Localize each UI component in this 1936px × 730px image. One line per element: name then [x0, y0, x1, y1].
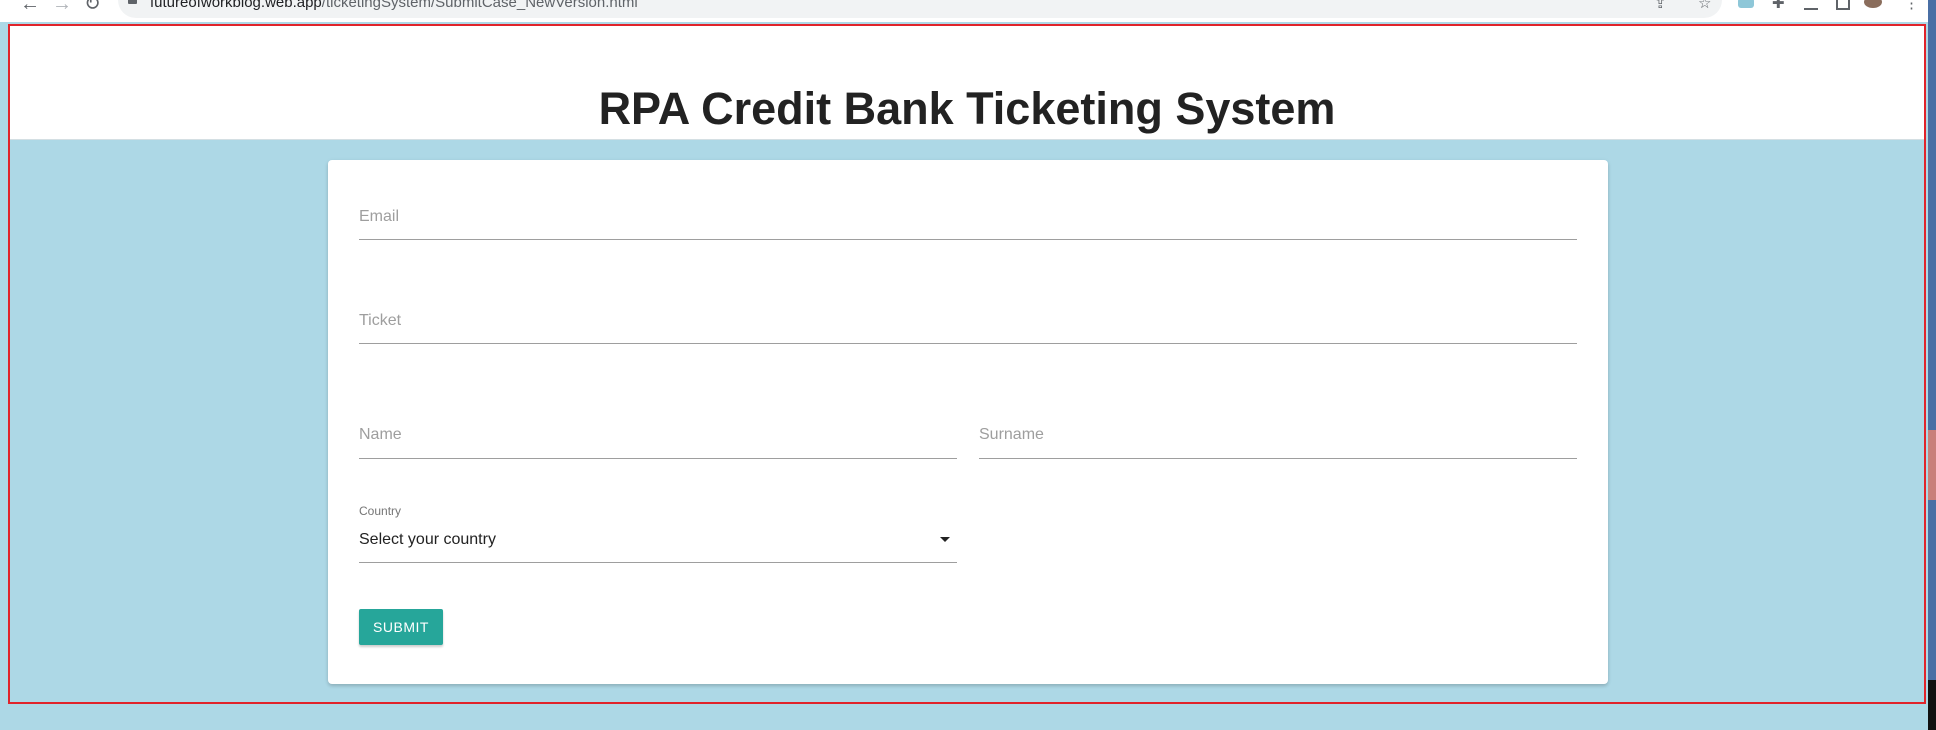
url-path: /ticketingSystem/SubmitCase_NewVersion.h… — [321, 0, 638, 11]
name-input[interactable] — [359, 423, 957, 447]
email-input[interactable] — [359, 205, 1577, 229]
country-select-value: Select your country — [359, 531, 496, 548]
menu-icon[interactable]: ⋮ — [1904, 0, 1919, 11]
side-panel-icon[interactable] — [1836, 0, 1850, 10]
back-icon[interactable]: ← — [20, 0, 40, 14]
ticket-field — [359, 309, 1577, 344]
browser-toolbar: ← → ↻ futureofworkblog.web.app/ticketing… — [0, 0, 1936, 22]
extension-badge-icon[interactable] — [1738, 0, 1754, 8]
lock-icon — [128, 0, 137, 4]
email-field — [359, 205, 1577, 240]
page-header: RPA Credit Bank Ticketing System — [8, 24, 1926, 140]
star-icon[interactable]: ☆ — [1698, 0, 1711, 11]
window-edge — [1928, 0, 1936, 730]
caret-down-icon — [940, 537, 950, 542]
window-edge-strip — [1928, 430, 1936, 500]
country-select[interactable]: Select your country — [359, 526, 957, 563]
ticket-input[interactable] — [359, 309, 1577, 333]
name-field — [359, 423, 957, 459]
avatar[interactable] — [1864, 0, 1882, 8]
extensions-icon[interactable]: ✚ — [1772, 0, 1785, 11]
url-text[interactable]: futureofworkblog.web.app/ticketingSystem… — [150, 0, 638, 11]
window-edge-dark — [1928, 680, 1936, 730]
media-icon[interactable] — [1804, 0, 1818, 10]
surname-input[interactable] — [979, 423, 1577, 447]
surname-field — [979, 423, 1577, 459]
reload-icon[interactable]: ↻ — [84, 0, 101, 14]
forward-icon[interactable]: → — [52, 0, 72, 14]
submit-button[interactable]: SUBMIT — [359, 609, 443, 645]
share-icon[interactable]: ⇪ — [1654, 0, 1667, 11]
submit-case-form: Country Select your country SUBMIT — [328, 160, 1608, 684]
page-title: RPA Credit Bank Ticketing System — [598, 83, 1336, 134]
url-host: futureofworkblog.web.app — [150, 0, 322, 11]
country-label: Country — [359, 504, 402, 518]
